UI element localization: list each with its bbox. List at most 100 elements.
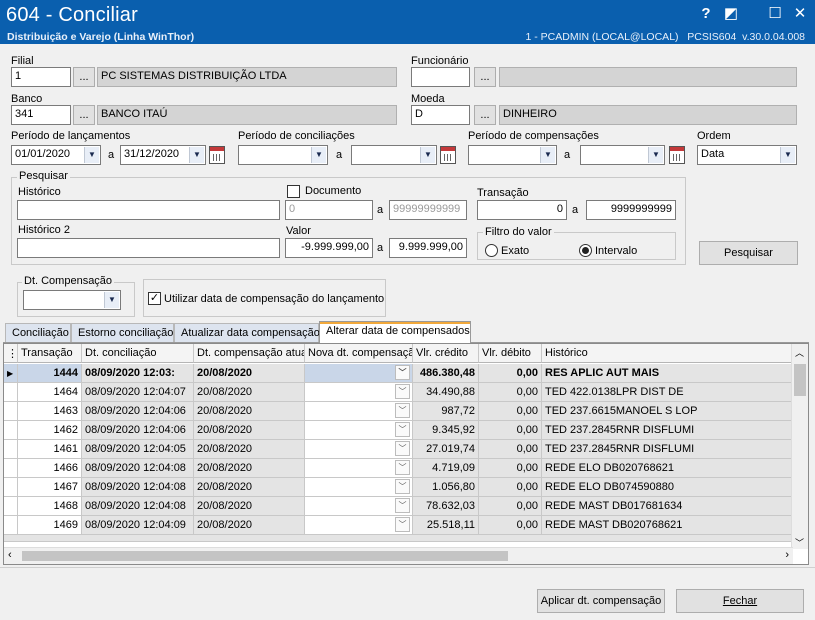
- restore-icon[interactable]: ◩: [720, 4, 742, 24]
- tab-estorno-conciliacao[interactable]: Estorno conciliação: [71, 323, 174, 342]
- chevron-down-icon[interactable]: ▼: [104, 292, 119, 308]
- lancamentos-separator: a: [108, 149, 115, 161]
- cell-nova-dt-compensacao[interactable]: ﹀: [305, 497, 413, 516]
- filial-code-input[interactable]: 1: [11, 67, 71, 87]
- cell-nova-dt-compensacao[interactable]: ﹀: [305, 421, 413, 440]
- tab-atualizar-data-compensacao[interactable]: Atualizar data compensação: [174, 323, 320, 342]
- lancamentos-to-input[interactable]: 31/12/2020 ▼: [120, 145, 206, 165]
- cell-dt-conciliacao: 08/09/2020 12:04:08: [82, 497, 194, 516]
- cell-dt-conciliacao: 08/09/2020 12:04:05: [82, 440, 194, 459]
- cell-dt-compensacao-atual: 20/08/2020: [194, 516, 305, 535]
- calendar-icon[interactable]: [440, 146, 456, 164]
- chevron-down-icon[interactable]: ﹀: [395, 498, 410, 513]
- cell-nova-dt-compensacao[interactable]: ﹀: [305, 478, 413, 497]
- compensacoes-separator: a: [564, 149, 571, 161]
- col-vlr-credito[interactable]: Vlr. crédito: [413, 344, 479, 363]
- banco-lookup-button[interactable]: ...: [73, 105, 95, 125]
- conciliacoes-from-input[interactable]: ▼: [238, 145, 328, 165]
- cell-vlr-credito: 78.632,03: [413, 497, 479, 516]
- col-transacao[interactable]: Transação: [18, 344, 82, 363]
- chevron-down-icon[interactable]: ▼: [189, 147, 204, 163]
- scroll-down-icon[interactable]: ﹀: [795, 536, 804, 549]
- col-nova-dt-compensacao[interactable]: Nova dt. compensaçã: [305, 344, 413, 363]
- chevron-down-icon[interactable]: ▼: [420, 147, 435, 163]
- chevron-down-icon[interactable]: ﹀: [395, 479, 410, 494]
- chevron-down-icon[interactable]: ▼: [84, 147, 99, 163]
- scroll-thumb[interactable]: [794, 364, 806, 396]
- cell-nova-dt-compensacao[interactable]: ﹀: [305, 383, 413, 402]
- moeda-lookup-button[interactable]: ...: [474, 105, 496, 125]
- compensacoes-from-input[interactable]: ▼: [468, 145, 557, 165]
- chevron-down-icon[interactable]: ﹀: [395, 517, 410, 532]
- tab-alterar-data-compensados[interactable]: Alterar data de compensados: [319, 321, 471, 343]
- valor-separator: a: [377, 242, 384, 254]
- cell-dt-compensacao-atual: 20/08/2020: [194, 364, 305, 383]
- valor-from-input[interactable]: -9.999.999,00: [285, 238, 373, 258]
- cell-dt-compensacao-atual: 20/08/2020: [194, 421, 305, 440]
- scroll-right-icon[interactable]: ›: [785, 549, 789, 561]
- conciliacoes-to-input[interactable]: ▼: [351, 145, 437, 165]
- scroll-up-icon[interactable]: ︿: [795, 346, 804, 359]
- pesquisar-button[interactable]: Pesquisar: [699, 241, 798, 265]
- transacao-from-input[interactable]: 0: [477, 200, 567, 220]
- col-historico[interactable]: Histórico: [542, 344, 793, 363]
- cell-dt-conciliacao: 08/09/2020 12:04:08: [82, 459, 194, 478]
- maximize-icon[interactable]: ☐: [764, 4, 786, 24]
- col-vlr-debito[interactable]: Vlr. débito: [479, 344, 542, 363]
- chevron-down-icon[interactable]: ﹀: [395, 365, 410, 380]
- col-dt-conciliacao[interactable]: Dt. conciliação: [82, 344, 194, 363]
- chevron-down-icon[interactable]: ﹀: [395, 441, 410, 456]
- cell-nova-dt-compensacao[interactable]: ﹀: [305, 440, 413, 459]
- funcionario-lookup-button[interactable]: ...: [474, 67, 496, 87]
- documento-to-input[interactable]: 99999999999: [389, 200, 467, 220]
- cell-nova-dt-compensacao[interactable]: ﹀: [305, 516, 413, 535]
- transacao-to-input[interactable]: 9999999999: [586, 200, 676, 220]
- cell-nova-dt-compensacao[interactable]: ﹀: [305, 364, 413, 383]
- utilizar-data-checkbox[interactable]: ✓: [148, 292, 161, 305]
- calendar-icon[interactable]: [209, 146, 225, 164]
- vertical-scrollbar[interactable]: ︿ ﹀: [791, 344, 808, 549]
- dt-compensacao-input[interactable]: ▼: [23, 290, 121, 310]
- historico2-input[interactable]: [17, 238, 280, 258]
- chevron-down-icon[interactable]: ﹀: [395, 403, 410, 418]
- lancamentos-from-input[interactable]: 01/01/2020 ▼: [11, 145, 101, 165]
- ordem-select[interactable]: Data ▼: [697, 145, 797, 165]
- row-indicator: [4, 459, 18, 478]
- col-dt-compensacao-atual[interactable]: Dt. compensação atua: [194, 344, 305, 363]
- horizontal-scrollbar[interactable]: ‹ ›: [4, 547, 793, 564]
- fechar-button[interactable]: Fechar: [676, 589, 804, 613]
- chevron-down-icon[interactable]: ﹀: [395, 422, 410, 437]
- banco-code-input[interactable]: 341: [11, 105, 71, 125]
- cell-vlr-debito: 0,00: [479, 497, 542, 516]
- filtro-valor-title: Filtro do valor: [483, 226, 554, 238]
- cell-vlr-debito: 0,00: [479, 383, 542, 402]
- calendar-icon[interactable]: [669, 146, 685, 164]
- chevron-down-icon[interactable]: ▼: [540, 147, 555, 163]
- cell-nova-dt-compensacao[interactable]: ﹀: [305, 459, 413, 478]
- row-indicator: [4, 516, 18, 535]
- moeda-code-input[interactable]: D: [411, 105, 470, 125]
- documento-from-input[interactable]: 0: [285, 200, 373, 220]
- filtro-intervalo-radio[interactable]: [579, 244, 592, 257]
- chevron-down-icon[interactable]: ﹀: [395, 460, 410, 475]
- chevron-down-icon[interactable]: ▼: [648, 147, 663, 163]
- chevron-down-icon[interactable]: ﹀: [395, 384, 410, 399]
- filial-lookup-button[interactable]: ...: [73, 67, 95, 87]
- close-icon[interactable]: ✕: [789, 4, 811, 24]
- tab-conciliacao[interactable]: Conciliação: [5, 323, 71, 342]
- valor-to-input[interactable]: 9.999.999,00: [389, 238, 467, 258]
- aplicar-dt-compensacao-button[interactable]: Aplicar dt. compensação: [537, 589, 665, 613]
- funcionario-code-input[interactable]: [411, 67, 470, 87]
- compensacoes-to-input[interactable]: ▼: [580, 145, 665, 165]
- help-icon[interactable]: ?: [695, 4, 717, 24]
- hscroll-thumb[interactable]: [22, 551, 508, 561]
- filtro-exato-radio[interactable]: [485, 244, 498, 257]
- chevron-down-icon[interactable]: ▼: [780, 147, 795, 163]
- data-grid[interactable]: ⋮ Transação Dt. conciliação Dt. compensa…: [3, 343, 809, 565]
- cell-vlr-credito: 27.019,74: [413, 440, 479, 459]
- cell-nova-dt-compensacao[interactable]: ﹀: [305, 402, 413, 421]
- historico-input[interactable]: [17, 200, 280, 220]
- scroll-left-icon[interactable]: ‹: [8, 549, 12, 561]
- documento-checkbox[interactable]: [287, 185, 300, 198]
- chevron-down-icon[interactable]: ▼: [311, 147, 326, 163]
